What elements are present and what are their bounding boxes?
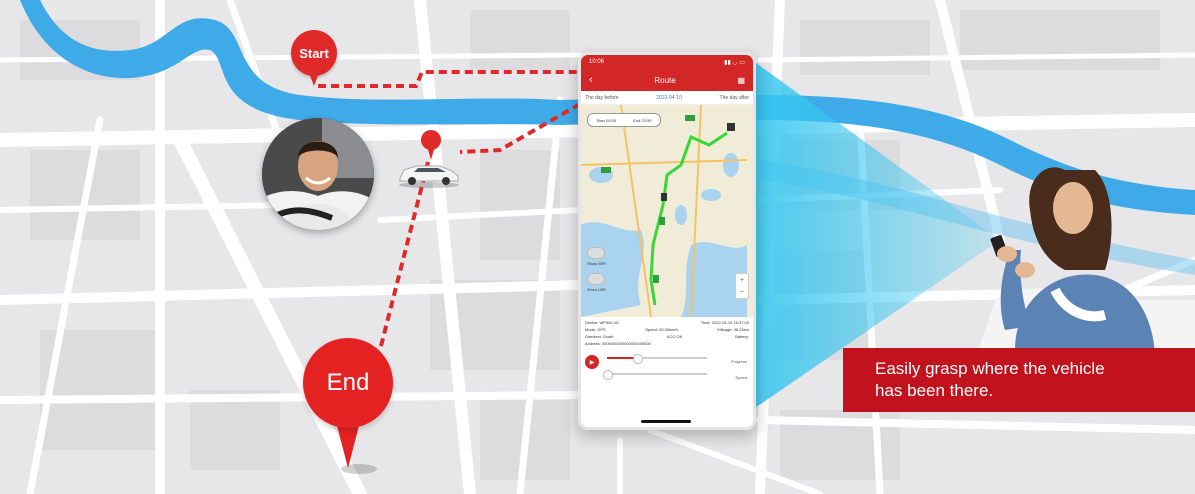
phone-title: Route xyxy=(654,75,676,85)
home-indicator xyxy=(641,420,691,423)
progress-slider[interactable] xyxy=(607,354,707,364)
driver-avatar xyxy=(262,118,374,230)
caption-banner: Easily grasp where the vehicle has been … xyxy=(843,348,1195,412)
wifi-toggle[interactable] xyxy=(587,247,605,259)
route-map[interactable]: Start 00:00 End 23:59 Show WiFi Show LBS… xyxy=(581,105,753,317)
progress-label: Progress xyxy=(730,359,747,364)
info-speed: Speed: 53.00km/h xyxy=(645,327,678,332)
route-map-graphic xyxy=(581,105,747,317)
status-time: 10:06 xyxy=(589,59,605,65)
phone-mockup: 10:06 ▮▮ ◡ ▭ ‹ Route ▦ The day before 20… xyxy=(578,52,756,430)
info-acc: ACC:Off xyxy=(666,334,682,339)
info-mode: Mode: GPS xyxy=(585,327,606,332)
signal-icon: ▮▮ ◡ ▭ xyxy=(724,59,745,66)
zoom-in-icon[interactable]: + xyxy=(740,277,744,284)
end-pin-label: End xyxy=(303,338,393,428)
info-address: Address: 0000000000000000000000 xyxy=(585,341,651,346)
info-mileage: Mileage: 36.23km xyxy=(717,327,749,332)
wifi-toggle-label: Show WiFi xyxy=(587,261,607,266)
device-info: Device: WP900 4G Time: 2022-04-10 16:37:0… xyxy=(581,317,753,349)
next-day-button[interactable]: The day after xyxy=(720,95,749,101)
zoom-control[interactable]: + − xyxy=(735,273,749,299)
info-time: Time: 2022-04-10 16:37:00 xyxy=(700,320,749,325)
time-start: Start 00:00 xyxy=(596,117,617,123)
car-icon xyxy=(396,158,462,188)
info-direction: Direction: South xyxy=(585,334,614,339)
lbs-toggle[interactable] xyxy=(587,273,605,285)
phone-status-bar: 10:06 ▮▮ ◡ ▭ xyxy=(581,55,753,69)
prev-day-button[interactable]: The day before xyxy=(585,95,619,101)
map-scene: Start End 10:06 ▮▮ ◡ ▭ ‹ Route ▦ The day… xyxy=(0,0,1195,494)
time-end: End 23:59 xyxy=(633,117,652,123)
day-navigation: The day before 2022-04-10 The day after xyxy=(581,91,753,105)
current-date[interactable]: 2022-04-10 xyxy=(656,95,682,101)
speed-slider[interactable] xyxy=(603,370,707,380)
calendar-icon[interactable]: ▦ xyxy=(737,76,745,85)
zoom-out-icon[interactable]: − xyxy=(740,289,744,296)
lbs-toggle-label: Show LBS xyxy=(587,287,606,292)
info-device: Device: WP900 4G xyxy=(585,320,620,325)
time-range-box[interactable]: Start 00:00 End 23:59 xyxy=(587,113,661,127)
woman-with-phone-image xyxy=(955,150,1195,360)
playback-controls: ▶ Progress Speed xyxy=(581,349,753,385)
speed-knob[interactable] xyxy=(603,370,613,380)
caption-line-1: Easily grasp where the vehicle xyxy=(875,359,1105,378)
chevron-left-icon[interactable]: ‹ xyxy=(589,74,593,86)
end-pin: End xyxy=(303,338,395,478)
speed-label: Speed xyxy=(735,375,747,380)
info-battery: Battery: xyxy=(735,334,749,339)
phone-header: ‹ Route ▦ xyxy=(581,69,753,91)
progress-knob[interactable] xyxy=(633,354,643,364)
play-icon[interactable]: ▶ xyxy=(585,355,599,369)
caption-line-2: has been there. xyxy=(875,381,994,400)
start-pin: Start xyxy=(291,30,339,88)
